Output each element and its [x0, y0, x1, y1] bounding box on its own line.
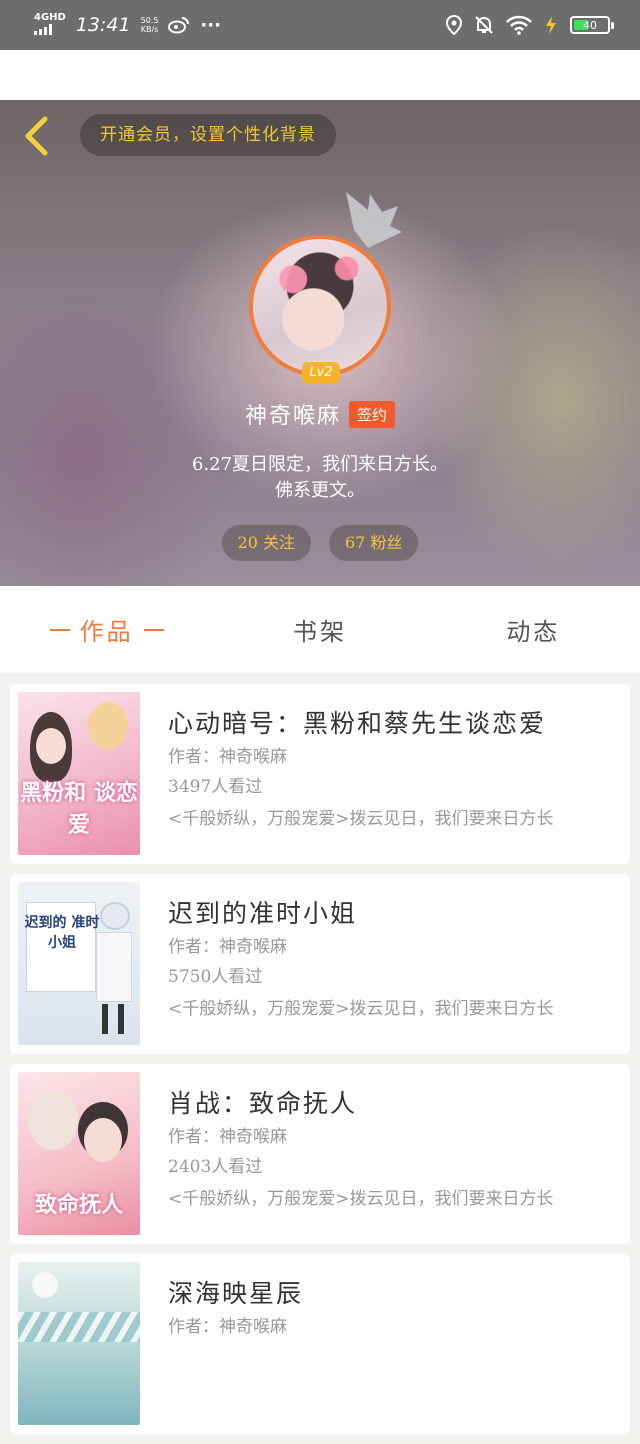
battery-level: 40 — [583, 18, 597, 32]
book-title: 迟到的准时小姐 — [168, 899, 358, 928]
book-author: 作者：神奇喉麻 — [168, 747, 287, 767]
status-bar: 4GHD 13:41 50.5 KB/s ··· 40 — [0, 0, 640, 50]
top-spacer — [0, 50, 640, 100]
network-type: 4GHD — [34, 11, 66, 23]
book-views: 2403人看过 — [168, 1157, 263, 1177]
signed-badge: 签约 — [349, 400, 396, 428]
level-badge: Lv2 — [302, 362, 340, 384]
tab-indicator-left — [49, 628, 70, 631]
cover-title: 迟到的 准时小姐 — [24, 915, 100, 951]
cover-title: 黑粉和 谈恋爱 — [20, 780, 138, 838]
book-author: 作者：神奇喉麻 — [168, 937, 287, 957]
tab-works[interactable]: 作品 — [0, 586, 213, 673]
charging-icon — [546, 16, 556, 34]
weibo-icon — [168, 17, 190, 34]
bio-line-2: 佛系更文。 — [275, 480, 365, 501]
book-views: 3497人看过 — [168, 777, 263, 797]
tab-bookshelf[interactable]: 书架 — [213, 586, 426, 673]
book-views: 5750人看过 — [168, 967, 263, 987]
clock: 13:41 — [75, 14, 131, 36]
tab-works-label: 作品 — [79, 618, 134, 646]
tab-bookshelf-label: 书架 — [292, 618, 347, 646]
book-card[interactable]: 迟到的 准时小姐 迟到的准时小姐 作者：神奇喉麻 5750人看过 <千般娇纵，万… — [10, 874, 630, 1054]
book-description: <千般娇纵，万般宠爱>拨云见日，我们要来日方长 — [168, 809, 554, 829]
book-cover[interactable]: 黑粉和 谈恋爱 — [18, 692, 140, 855]
more-notifications-icon: ··· — [200, 14, 221, 36]
bio: 6.27夏日限定，我们来日方长。 佛系更文。 — [0, 452, 640, 504]
following-button[interactable]: 20 关注 — [221, 525, 311, 561]
book-list: 黑粉和 谈恋爱 心动暗号：黑粉和蔡先生谈恋爱 作者：神奇喉麻 3497人看过 <… — [10, 684, 630, 1444]
fans-button[interactable]: 67 粉丝 — [329, 525, 419, 561]
book-title: 深海映星辰 — [168, 1279, 304, 1308]
profile-header: 开通会员，设置个性化背景 Lv2 神奇喉麻 签约 6.27夏日限定，我们来日方长… — [0, 100, 640, 586]
book-card[interactable]: 深海映星辰 作者：神奇喉麻 — [10, 1254, 630, 1434]
name-row: 神奇喉麻 签约 — [0, 398, 640, 430]
book-title: 肖战：致命抚人 — [168, 1089, 358, 1118]
tab-indicator-right — [143, 628, 164, 631]
bio-line-1: 6.27夏日限定，我们来日方长。 — [191, 454, 449, 475]
speed-unit: KB/s — [140, 25, 159, 34]
book-cover[interactable] — [18, 1262, 140, 1425]
tab-activity-label: 动态 — [506, 618, 561, 646]
username: 神奇喉麻 — [244, 404, 341, 429]
book-title: 心动暗号：黑粉和蔡先生谈恋爱 — [168, 709, 547, 738]
book-description: <千般娇纵，万般宠爱>拨云见日，我们要来日方长 — [168, 1189, 554, 1209]
book-author: 作者：神奇喉麻 — [168, 1317, 287, 1337]
signal-icon: 4GHD — [34, 11, 66, 38]
tab-activity[interactable]: 动态 — [427, 586, 640, 673]
chevron-left-icon — [25, 116, 48, 156]
book-card[interactable]: 黑粉和 谈恋爱 心动暗号：黑粉和蔡先生谈恋爱 作者：神奇喉麻 3497人看过 <… — [10, 684, 630, 864]
stats-row: 20 关注 67 粉丝 — [0, 525, 640, 561]
book-cover[interactable]: 致命抚人 — [18, 1072, 140, 1235]
avatar[interactable] — [249, 235, 391, 377]
book-description: <千般娇纵，万般宠爱>拨云见日，我们要来日方长 — [168, 999, 554, 1019]
book-card[interactable]: 致命抚人 肖战：致命抚人 作者：神奇喉麻 2403人看过 <千般娇纵，万般宠爱>… — [10, 1064, 630, 1244]
battery-icon: 40 — [570, 16, 614, 34]
back-button[interactable] — [18, 116, 54, 156]
cover-title: 致命抚人 — [34, 1192, 123, 1218]
tab-bar: 作品 书架 动态 — [0, 586, 640, 673]
vip-background-button[interactable]: 开通会员，设置个性化背景 — [80, 114, 336, 156]
book-author: 作者：神奇喉麻 — [168, 1127, 287, 1147]
wifi-icon — [506, 15, 532, 35]
book-cover[interactable]: 迟到的 准时小姐 — [18, 882, 140, 1045]
location-icon — [446, 15, 462, 35]
speed-value: 50.5 — [140, 16, 159, 25]
network-speed: 50.5 KB/s — [141, 16, 159, 34]
mute-bell-icon — [475, 16, 493, 34]
